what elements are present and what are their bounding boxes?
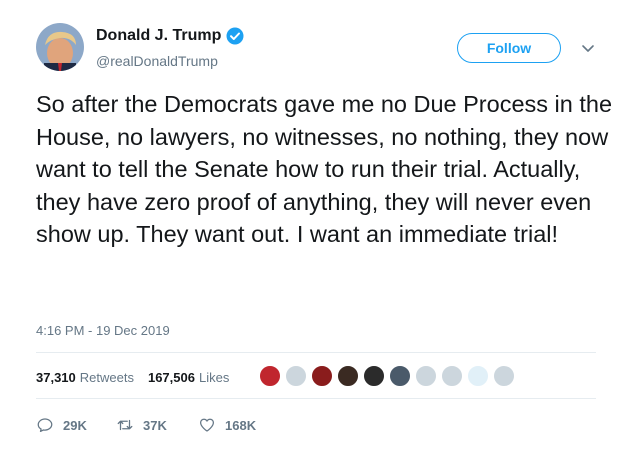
liker-avatars	[259, 365, 519, 387]
liker-avatar[interactable]	[441, 365, 463, 387]
like-button[interactable]: 168K	[198, 416, 288, 434]
divider	[36, 398, 596, 399]
chevron-down-icon[interactable]	[580, 40, 596, 56]
tweet-text: So after the Democrats gave me no Due Pr…	[36, 91, 613, 247]
reply-icon	[37, 418, 53, 433]
avatar[interactable]	[36, 23, 84, 71]
liker-avatar[interactable]	[259, 365, 281, 387]
liker-avatar[interactable]	[285, 365, 307, 387]
liker-avatar[interactable]	[467, 365, 489, 387]
heart-icon	[199, 418, 215, 432]
liker-avatar[interactable]	[389, 365, 411, 387]
like-count[interactable]: 167,506	[148, 370, 195, 385]
tweet-timestamp[interactable]: 4:16 PM - 19 Dec 2019	[36, 323, 170, 338]
retweet-label[interactable]: Retweets	[80, 370, 134, 385]
tweet-actions: 29K 37K 168K	[36, 416, 288, 434]
author-name-row: Donald J. Trump	[96, 27, 244, 45]
display-name[interactable]: Donald J. Trump	[96, 27, 221, 45]
liker-avatar[interactable]	[337, 365, 359, 387]
divider	[36, 352, 596, 353]
like-action-count: 168K	[225, 417, 257, 433]
liker-avatar[interactable]	[311, 365, 333, 387]
liker-avatar[interactable]	[363, 365, 385, 387]
retweet-action-count: 37K	[143, 417, 167, 433]
retweet-button[interactable]: 37K	[116, 416, 198, 434]
liker-avatar[interactable]	[493, 365, 515, 387]
verified-badge-icon	[226, 27, 244, 45]
tweet-stats: 37,310 Retweets 167,506 Likes	[36, 370, 229, 385]
reply-count: 29K	[63, 417, 87, 433]
reply-button[interactable]: 29K	[36, 416, 116, 434]
like-label[interactable]: Likes	[199, 370, 229, 385]
retweet-count[interactable]: 37,310	[36, 370, 76, 385]
liker-avatar[interactable]	[415, 365, 437, 387]
user-handle[interactable]: @realDonaldTrump	[96, 53, 218, 69]
retweet-icon	[117, 419, 133, 431]
follow-button[interactable]: Follow	[457, 33, 561, 63]
